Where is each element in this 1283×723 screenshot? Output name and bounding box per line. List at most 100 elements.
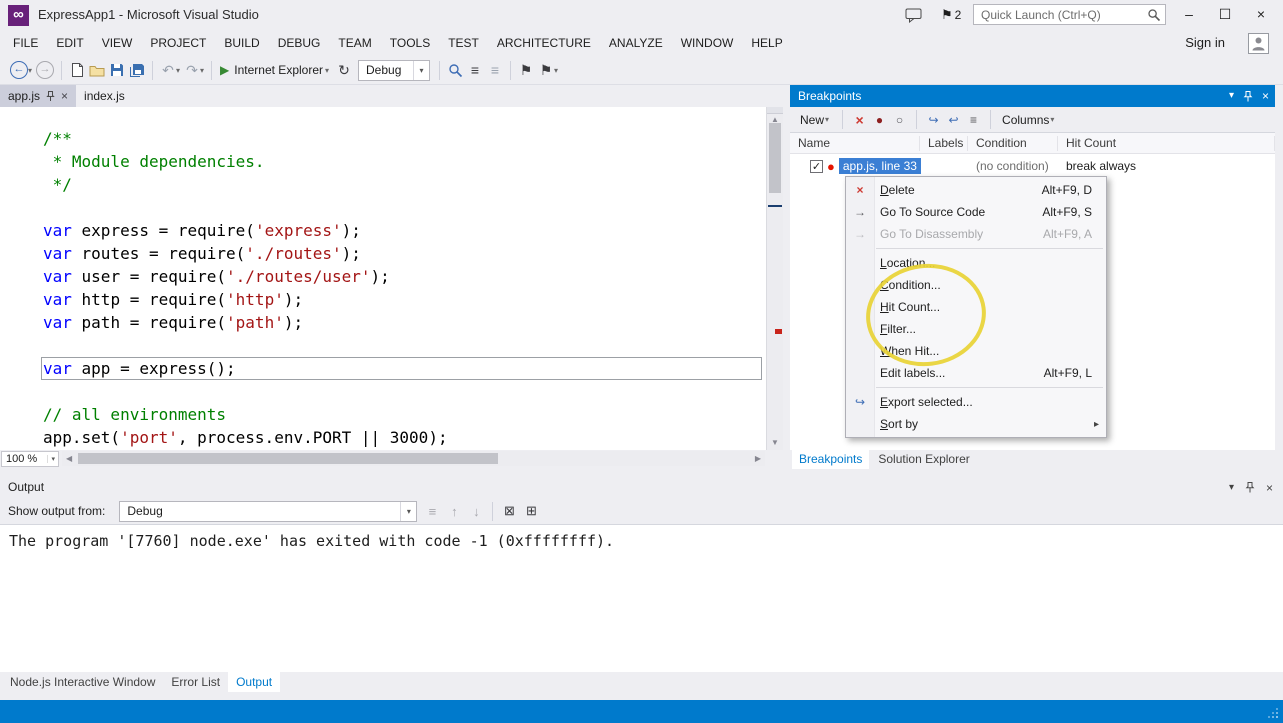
context-menu-item-edit-labels[interactable]: Edit labels...Alt+F9, L — [846, 362, 1106, 384]
scrollbar-thumb[interactable] — [769, 123, 781, 193]
output-console[interactable]: The program '[7760] node.exe' has exited… — [0, 524, 1283, 672]
refresh-icon[interactable]: ↻ — [334, 59, 354, 81]
column-header-hit-count[interactable]: Hit Count — [1058, 136, 1275, 151]
output-panel-titlebar[interactable]: Output ▾ × — [0, 477, 1283, 498]
undo-icon[interactable]: ↶ — [158, 59, 178, 81]
navigate-forward-icon[interactable]: → — [36, 61, 54, 79]
minimize-button[interactable]: – — [1171, 0, 1207, 30]
notifications-flag[interactable]: ⚑2 — [941, 5, 961, 25]
menu-window[interactable]: WINDOW — [672, 30, 743, 56]
start-debug-button[interactable]: ▶ Internet Explorer ▾ — [220, 63, 331, 77]
output-source-dropdown[interactable]: Debug ▾ — [119, 501, 417, 522]
scrollbar-thumb[interactable] — [78, 453, 498, 464]
save-all-icon[interactable] — [127, 59, 147, 81]
feedback-icon[interactable] — [905, 8, 922, 23]
breakpoints-panel-titlebar[interactable]: Breakpoints ▾ × — [790, 85, 1275, 107]
delete-breakpoint-icon[interactable]: × — [851, 112, 868, 128]
splitter-grip[interactable] — [767, 107, 783, 114]
menu-build[interactable]: BUILD — [215, 30, 268, 56]
zoom-selector[interactable]: 100 % ▾ — [1, 451, 59, 467]
tool-window-tab-breakpoints[interactable]: Breakpoints — [792, 450, 869, 469]
editor-vertical-scrollbar[interactable]: ▲ ▼ — [766, 107, 783, 450]
close-panel-icon[interactable]: × — [1266, 481, 1273, 495]
breakpoint-checkbox[interactable]: ✓ — [810, 160, 823, 173]
breakpoint-label[interactable]: app.js, line 33 — [839, 158, 921, 174]
save-icon[interactable] — [107, 59, 127, 81]
scroll-down-icon[interactable]: ▼ — [767, 438, 783, 447]
code-editor[interactable]: /** * Module dependencies. */ var expres… — [0, 107, 766, 450]
context-menu-item-delete[interactable]: ×DeleteAlt+F9, D — [846, 179, 1106, 201]
menu-team[interactable]: TEAM — [329, 30, 380, 56]
context-menu-item-hit-count[interactable]: Hit Count... — [846, 296, 1106, 318]
scroll-left-icon[interactable]: ◀ — [66, 454, 72, 463]
redo-dropdown-icon[interactable]: ▾ — [200, 66, 204, 75]
solution-configuration-dropdown[interactable]: Debug ▾ — [358, 60, 430, 81]
close-tab-icon[interactable]: × — [61, 90, 68, 102]
find-in-files-icon[interactable] — [445, 59, 465, 81]
bookmark-dropdown-icon[interactable]: ▾ — [554, 66, 558, 75]
close-panel-icon[interactable]: × — [1262, 85, 1269, 107]
new-file-icon[interactable] — [67, 59, 87, 81]
editor-horizontal-scrollbar[interactable]: ◀ ▶ — [62, 451, 765, 466]
quick-launch-input[interactable] — [974, 5, 1151, 24]
scroll-right-icon[interactable]: ▶ — [755, 454, 761, 463]
import-breakpoints-icon[interactable]: ↩ — [945, 113, 962, 127]
next-message-icon[interactable]: ↓ — [465, 504, 487, 519]
navigate-back-icon[interactable]: ← — [10, 61, 28, 79]
column-header-labels[interactable]: Labels — [920, 136, 968, 151]
pin-icon[interactable] — [1243, 91, 1253, 102]
word-wrap-icon[interactable]: ⊞ — [520, 503, 542, 519]
disable-all-breakpoints-icon[interactable]: ○ — [891, 113, 908, 127]
menu-edit[interactable]: EDIT — [47, 30, 92, 56]
browser-dropdown-icon[interactable]: ▾ — [325, 66, 329, 75]
toggle-bookmark-icon[interactable]: ⚑ — [516, 59, 536, 81]
close-button[interactable]: × — [1243, 0, 1279, 30]
navigate-back-dropdown-icon[interactable]: ▾ — [28, 66, 32, 75]
window-position-icon[interactable]: ▾ — [1229, 91, 1234, 101]
find-message-icon[interactable]: ≡ — [421, 504, 443, 519]
column-header-condition[interactable]: Condition — [968, 136, 1058, 151]
tool-window-tab-solution-explorer[interactable]: Solution Explorer — [871, 450, 976, 469]
menu-analyze[interactable]: ANALYZE — [600, 30, 672, 56]
menu-architecture[interactable]: ARCHITECTURE — [488, 30, 600, 56]
delete-all-breakpoints-icon[interactable]: ● — [871, 113, 888, 127]
menu-file[interactable]: FILE — [4, 30, 47, 56]
bottom-tab-output[interactable]: Output — [228, 672, 280, 692]
context-menu-item-filter[interactable]: Filter... — [846, 318, 1106, 340]
window-position-icon[interactable]: ▾ — [1229, 483, 1234, 493]
clear-all-icon[interactable]: ⊠ — [498, 503, 520, 519]
menu-debug[interactable]: DEBUG — [269, 30, 330, 56]
pin-icon[interactable] — [46, 91, 55, 102]
go-to-source-toolbar-icon[interactable]: ≡ — [965, 113, 982, 127]
user-avatar-icon[interactable] — [1248, 33, 1269, 54]
undo-dropdown-icon[interactable]: ▾ — [176, 66, 180, 75]
maximize-button[interactable]: ☐ — [1207, 0, 1243, 30]
open-file-icon[interactable] — [87, 59, 107, 81]
new-breakpoint-button[interactable]: New ▾ — [797, 113, 834, 127]
context-menu-item-condition[interactable]: Condition... — [846, 274, 1106, 296]
export-breakpoints-icon[interactable]: ↪ — [925, 113, 942, 127]
breakpoint-row[interactable]: ✓ ● app.js, line 33 (no condition) break… — [790, 156, 1275, 176]
redo-icon[interactable]: ↷ — [182, 59, 202, 81]
menu-test[interactable]: TEST — [439, 30, 488, 56]
context-menu-item-sort-by[interactable]: Sort by▸ — [846, 413, 1106, 435]
editor-tab-app-js[interactable]: app.js× — [0, 85, 76, 107]
context-menu-item-go-to-source-code[interactable]: →Go To Source CodeAlt+F9, S — [846, 201, 1106, 223]
column-header-name[interactable]: Name — [790, 136, 920, 151]
sign-in-link[interactable]: Sign in — [1185, 30, 1225, 56]
menu-tools[interactable]: TOOLS — [381, 30, 439, 56]
menu-help[interactable]: HELP — [742, 30, 791, 56]
pin-icon[interactable] — [1245, 482, 1255, 493]
context-menu-item-export-selected[interactable]: ↪Export selected... — [846, 391, 1106, 413]
search-icon[interactable] — [1147, 8, 1161, 22]
bottom-tab-node-js-interactive-window[interactable]: Node.js Interactive Window — [2, 672, 163, 692]
solution-explorer-sync-icon[interactable]: ≡ — [465, 59, 485, 81]
next-bookmark-icon[interactable]: ⚑ — [536, 59, 556, 81]
menu-project[interactable]: PROJECT — [141, 30, 215, 56]
editor-tab-index-js[interactable]: index.js — [76, 85, 133, 107]
previous-message-icon[interactable]: ↑ — [443, 504, 465, 519]
context-menu-item-location[interactable]: Location... — [846, 252, 1106, 274]
context-menu-item-when-hit[interactable]: When Hit... — [846, 340, 1106, 362]
menu-view[interactable]: VIEW — [93, 30, 142, 56]
bottom-tab-error-list[interactable]: Error List — [163, 672, 228, 692]
